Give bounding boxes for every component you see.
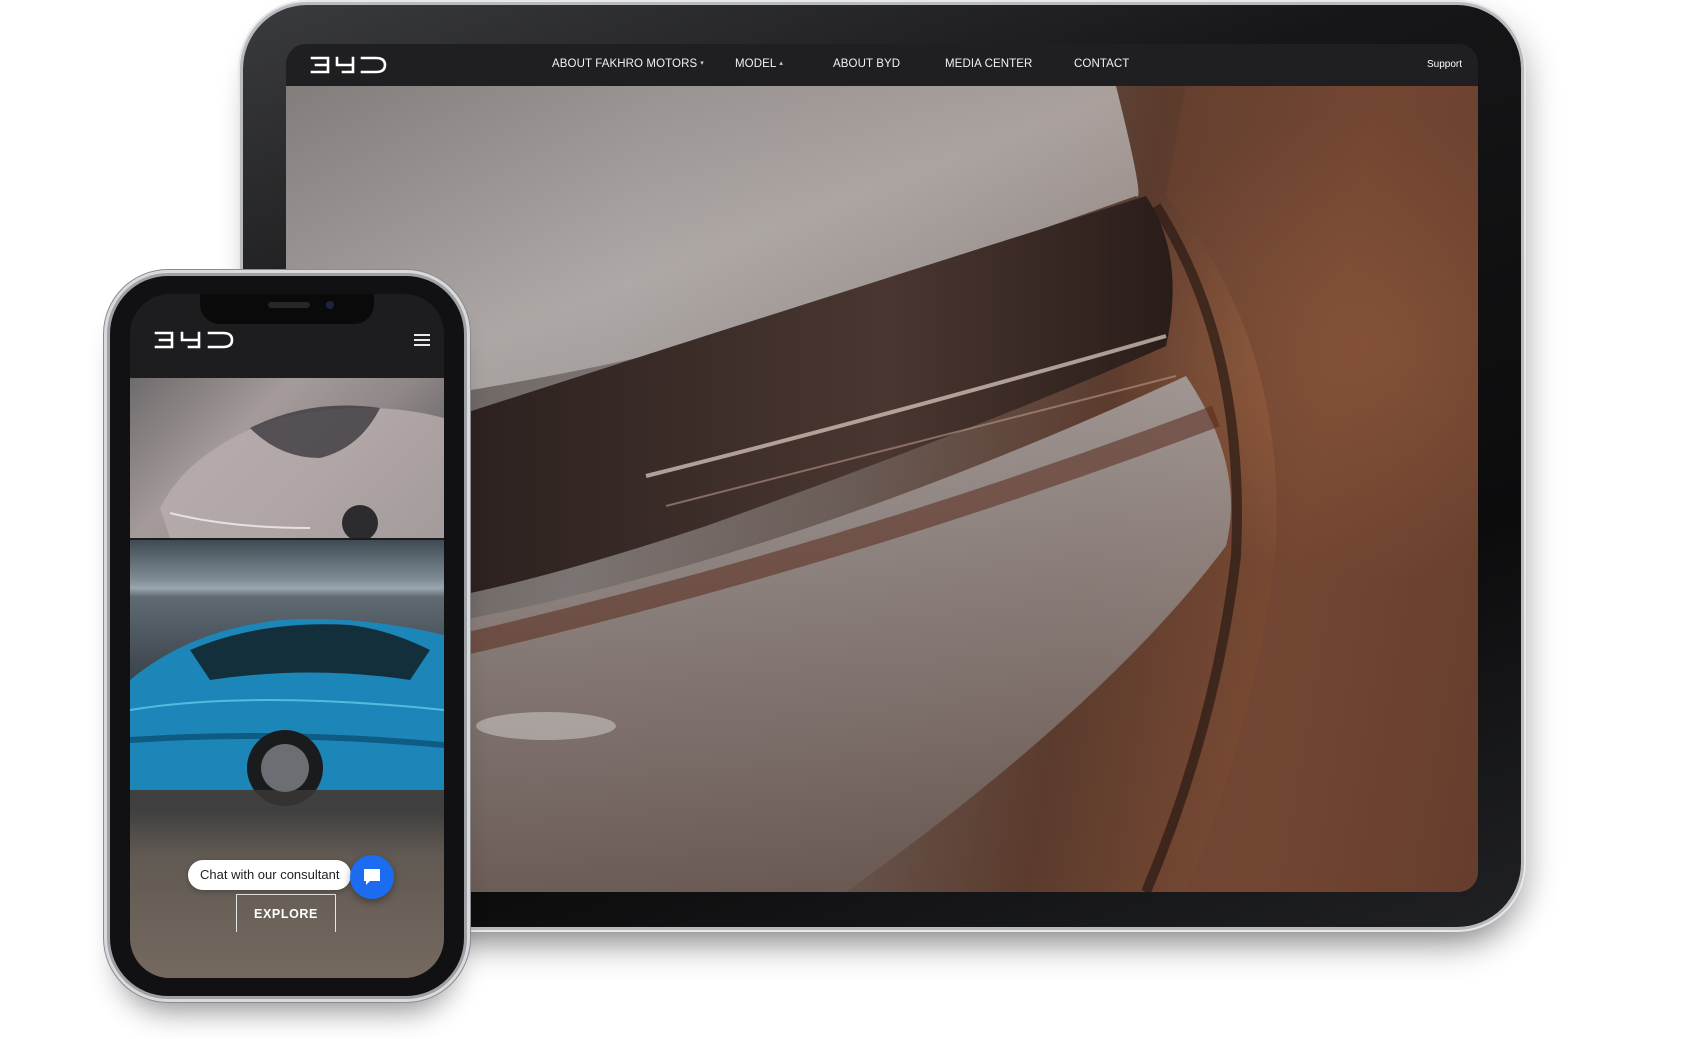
speaker-grille — [268, 302, 310, 308]
explore-button[interactable]: EXPLORE — [236, 894, 336, 932]
hamburger-icon[interactable] — [414, 334, 430, 346]
nav-item-contact[interactable]: CONTACT — [1074, 58, 1129, 70]
nav-item-model[interactable]: MODEL ▴ — [735, 58, 783, 70]
byd-logo[interactable] — [154, 330, 236, 350]
phone-notch — [200, 294, 374, 324]
byd-atto3-image: BYD ATTO 3 EXPLORE — [130, 540, 444, 978]
front-camera — [326, 301, 334, 309]
phone-device: BYD ATTO 3 EXPLORE Chat with our consult… — [110, 276, 464, 996]
nav-item-about-fakhro-motors[interactable]: ABOUT FAKHRO MOTORS ▾ — [552, 58, 704, 70]
car-top-view-image — [130, 378, 444, 538]
hero-headlight-image — [286, 86, 1478, 892]
caret-down-icon: ▾ — [700, 60, 704, 67]
nav-item-about-byd[interactable]: ABOUT BYD — [833, 58, 900, 70]
chat-icon — [364, 869, 380, 885]
tablet-screen: ABOUT FAKHRO MOTORS ▾ MODEL ▴ ABOUT BYD ME… — [286, 44, 1478, 892]
phone-screen: BYD ATTO 3 EXPLORE Chat with our consult… — [130, 294, 444, 978]
chat-button[interactable] — [350, 855, 394, 899]
tablet-navbar: ABOUT FAKHRO MOTORS ▾ MODEL ▴ ABOUT BYD ME… — [286, 44, 1478, 86]
caret-up-icon: ▴ — [779, 60, 784, 67]
headlight-illustration — [286, 86, 1478, 892]
tablet-main-menu: ABOUT FAKHRO MOTORS ▾ MODEL ▴ ABOUT BYD ME… — [286, 44, 1478, 86]
nav-item-media-center[interactable]: MEDIA CENTER — [945, 58, 1032, 70]
chat-consultant-bubble[interactable]: Chat with our consultant — [188, 860, 352, 890]
support-link[interactable]: Support — [1427, 59, 1462, 70]
